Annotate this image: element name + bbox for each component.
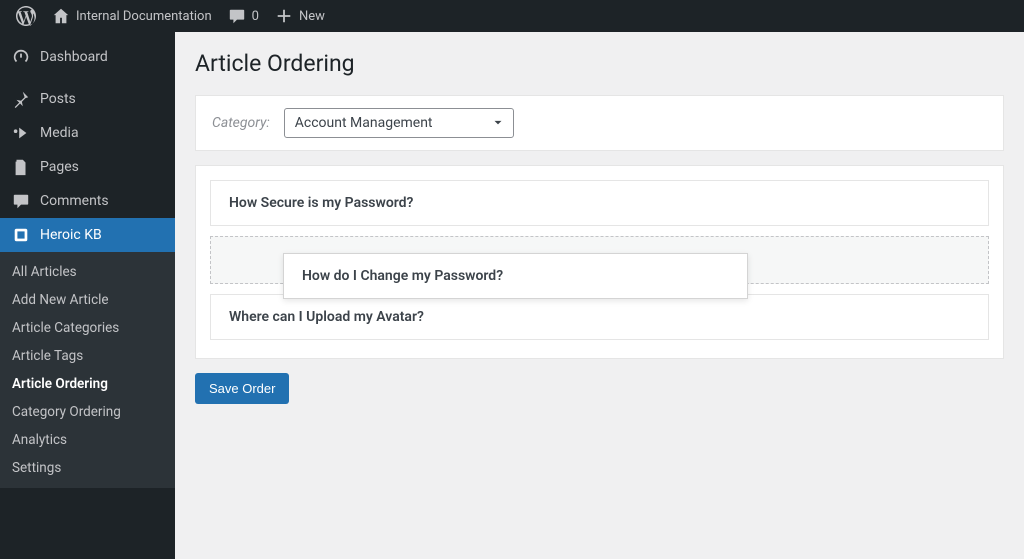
- admin-bar: Internal Documentation 0 New: [0, 0, 1024, 32]
- submenu-settings[interactable]: Settings: [0, 454, 175, 482]
- comment-icon: [12, 192, 30, 210]
- admin-sidebar: Dashboard Posts Media Pages Comments Her…: [0, 32, 175, 559]
- article-row[interactable]: Where can I Upload my Avatar?: [210, 294, 989, 340]
- sidebar-label: Media: [40, 125, 79, 141]
- submenu-article-ordering[interactable]: Article Ordering: [0, 370, 175, 398]
- pages-icon: [12, 158, 30, 176]
- home-icon: [52, 7, 70, 25]
- sidebar-item-dashboard[interactable]: Dashboard: [0, 40, 175, 74]
- sidebar-label: Heroic KB: [40, 227, 102, 243]
- submenu-all-articles[interactable]: All Articles: [0, 258, 175, 286]
- kb-icon: [12, 226, 30, 244]
- page-title: Article Ordering: [195, 50, 1004, 77]
- new-label: New: [299, 9, 325, 24]
- comments-link[interactable]: 0: [220, 0, 267, 32]
- sortable-articles-panel: How Secure is my Password? How do I Chan…: [195, 165, 1004, 359]
- site-title: Internal Documentation: [76, 9, 212, 24]
- chevron-down-icon: [491, 116, 505, 130]
- plus-icon: [275, 7, 293, 25]
- category-label: Category:: [212, 115, 270, 131]
- wp-logo[interactable]: [8, 0, 44, 32]
- sidebar-item-posts[interactable]: Posts: [0, 82, 175, 116]
- sidebar-item-comments[interactable]: Comments: [0, 184, 175, 218]
- main-content: Article Ordering Category: Account Manag…: [175, 32, 1024, 559]
- submenu-category-ordering[interactable]: Category Ordering: [0, 398, 175, 426]
- pin-icon: [12, 90, 30, 108]
- submenu-add-new-article[interactable]: Add New Article: [0, 286, 175, 314]
- sidebar-label: Comments: [40, 193, 109, 209]
- article-row-dragging[interactable]: How do I Change my Password?: [283, 253, 748, 299]
- category-select[interactable]: Account Management: [284, 108, 514, 138]
- submenu-analytics[interactable]: Analytics: [0, 426, 175, 454]
- heroic-kb-submenu: All Articles Add New Article Article Cat…: [0, 252, 175, 488]
- sidebar-item-media[interactable]: Media: [0, 116, 175, 150]
- wordpress-icon: [16, 6, 36, 26]
- sidebar-item-heroic-kb[interactable]: Heroic KB: [0, 218, 175, 252]
- sidebar-label: Pages: [40, 159, 79, 175]
- submenu-article-categories[interactable]: Article Categories: [0, 314, 175, 342]
- dashboard-icon: [12, 48, 30, 66]
- sidebar-label: Posts: [40, 91, 76, 107]
- submenu-article-tags[interactable]: Article Tags: [0, 342, 175, 370]
- media-icon: [12, 124, 30, 142]
- save-order-button[interactable]: Save Order: [195, 373, 289, 404]
- category-selected-value: Account Management: [295, 115, 433, 131]
- comment-icon: [228, 7, 246, 25]
- article-row[interactable]: How Secure is my Password?: [210, 180, 989, 226]
- new-content-link[interactable]: New: [267, 0, 333, 32]
- sidebar-item-pages[interactable]: Pages: [0, 150, 175, 184]
- drag-placeholder: How do I Change my Password?: [210, 236, 989, 284]
- sidebar-label: Dashboard: [40, 49, 108, 65]
- site-home-link[interactable]: Internal Documentation: [44, 0, 220, 32]
- category-filter-panel: Category: Account Management: [195, 95, 1004, 151]
- comments-count: 0: [252, 9, 259, 24]
